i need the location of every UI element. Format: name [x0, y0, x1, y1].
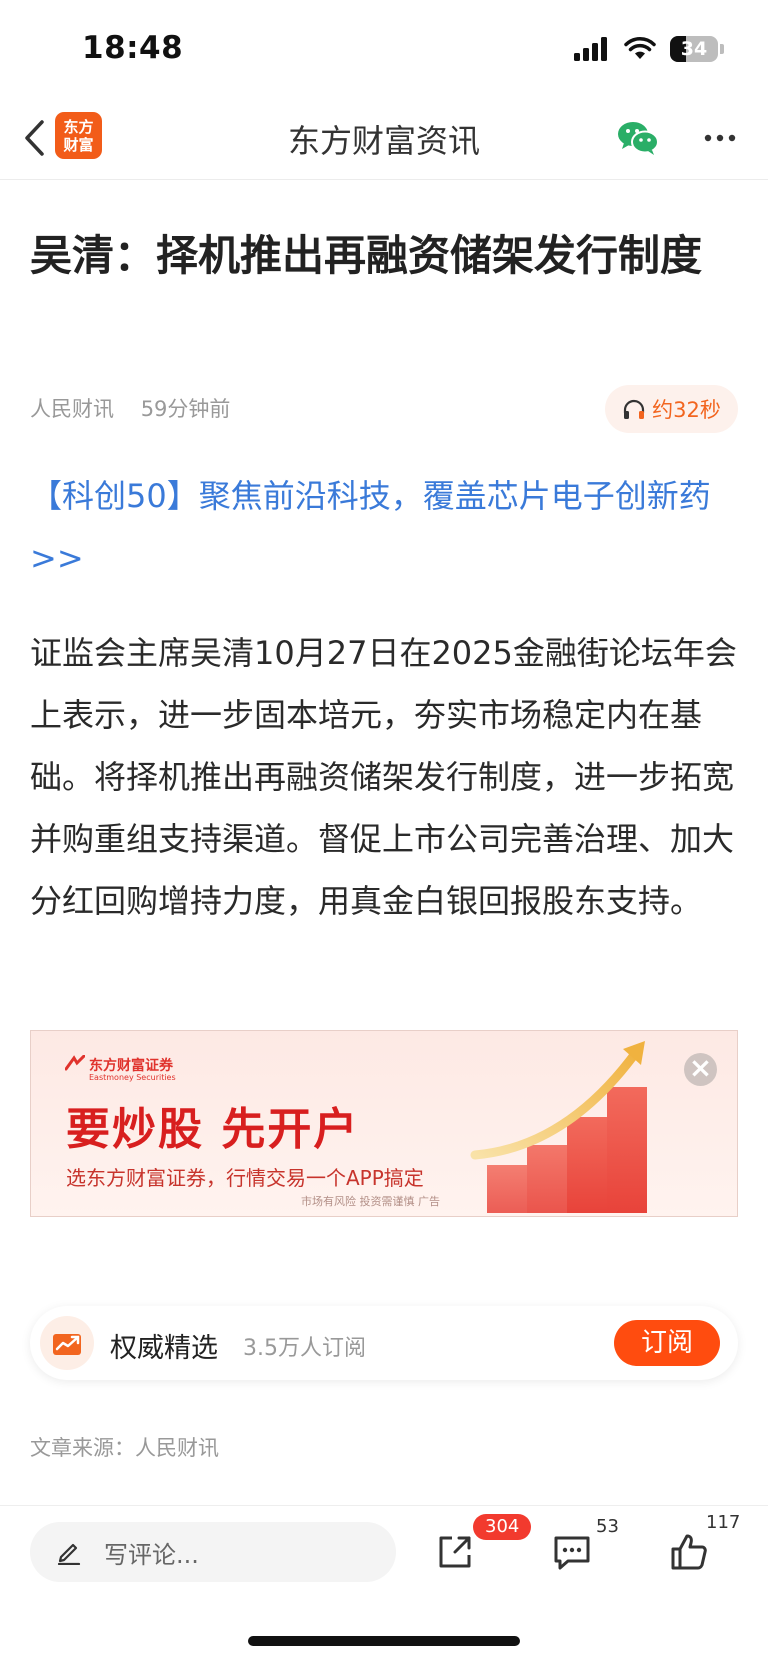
share-count-badge: 304: [473, 1514, 532, 1540]
comment-placeholder: 写评论...: [104, 1540, 199, 1569]
status-bar: 18:48 34: [0, 0, 768, 100]
article-meta: 人民财讯 59分钟前: [30, 393, 250, 423]
pen-icon: [57, 1543, 81, 1565]
battery-icon: 34: [670, 36, 724, 62]
comment-bubble-icon: [554, 1536, 590, 1570]
article-source[interactable]: 人民财讯: [30, 397, 114, 421]
listen-button[interactable]: 约32秒: [605, 385, 738, 433]
article-body: 证监会主席吴清10月27日在2025金融街论坛年会上表示，进一步固本培元，夯实市…: [30, 634, 737, 920]
promo-link[interactable]: 【科创50】聚焦前沿科技，覆盖芯片电子创新药>>: [30, 465, 740, 589]
wechat-share-button[interactable]: [616, 118, 660, 158]
brand-logo-icon: [65, 1055, 85, 1071]
subscribe-button[interactable]: 订阅: [614, 1320, 720, 1366]
wifi-icon: [624, 37, 656, 59]
ad-banner[interactable]: 东方财富证券 Eastmoney Securities 要炒股 先开户 选东方财…: [30, 1030, 738, 1217]
ad-brand-en: Eastmoney Securities: [89, 1073, 176, 1082]
nav-bar: 东方 财富 东方财富资讯: [0, 100, 768, 180]
thumbs-up-icon: [671, 1534, 707, 1570]
ad-headline: 要炒股 先开户: [66, 1104, 360, 1155]
comments-button[interactable]: [542, 1524, 602, 1580]
ad-disclaimer: 市场有风险 投资需谨慎 广告: [301, 1195, 440, 1208]
article-title: 吴清：择机推出再融资储架发行制度: [30, 231, 703, 280]
battery-cap: [720, 44, 724, 54]
headphones-icon: [624, 399, 645, 419]
home-indicator: [248, 1636, 520, 1646]
more-button[interactable]: [698, 118, 742, 158]
more-dots-icon: [704, 134, 736, 142]
ad-subline: 选东方财富证券，行情交易一个APP搞定: [66, 1166, 424, 1190]
subscriber-count: 3.5万人订阅: [243, 1336, 366, 1361]
article-source-line: 文章来源：人民财讯: [30, 1436, 219, 1460]
article-time: 59分钟前: [140, 397, 231, 421]
wechat-icon: [618, 122, 659, 155]
status-icons: 34: [574, 36, 724, 62]
subscription-card[interactable]: 权威精选 3.5万人订阅 订阅: [30, 1306, 738, 1380]
ad-close-button[interactable]: ×: [684, 1053, 717, 1086]
channel-name: 权威精选: [110, 1333, 218, 1364]
cellular-signal-icon: [574, 37, 607, 61]
status-time: 18:48: [82, 30, 184, 66]
like-count: 117: [706, 1512, 741, 1533]
comment-count: 53: [596, 1516, 619, 1537]
battery-percent: 34: [680, 38, 708, 60]
listen-duration: 约32秒: [652, 398, 721, 422]
trend-chart-icon: [53, 1334, 81, 1355]
rising-chart-illustration: [470, 1041, 647, 1213]
share-icon: [439, 1536, 471, 1568]
channel-avatar: [40, 1316, 94, 1370]
comment-input[interactable]: 写评论...: [30, 1522, 396, 1582]
ad-brand: 东方财富证券: [89, 1058, 173, 1074]
